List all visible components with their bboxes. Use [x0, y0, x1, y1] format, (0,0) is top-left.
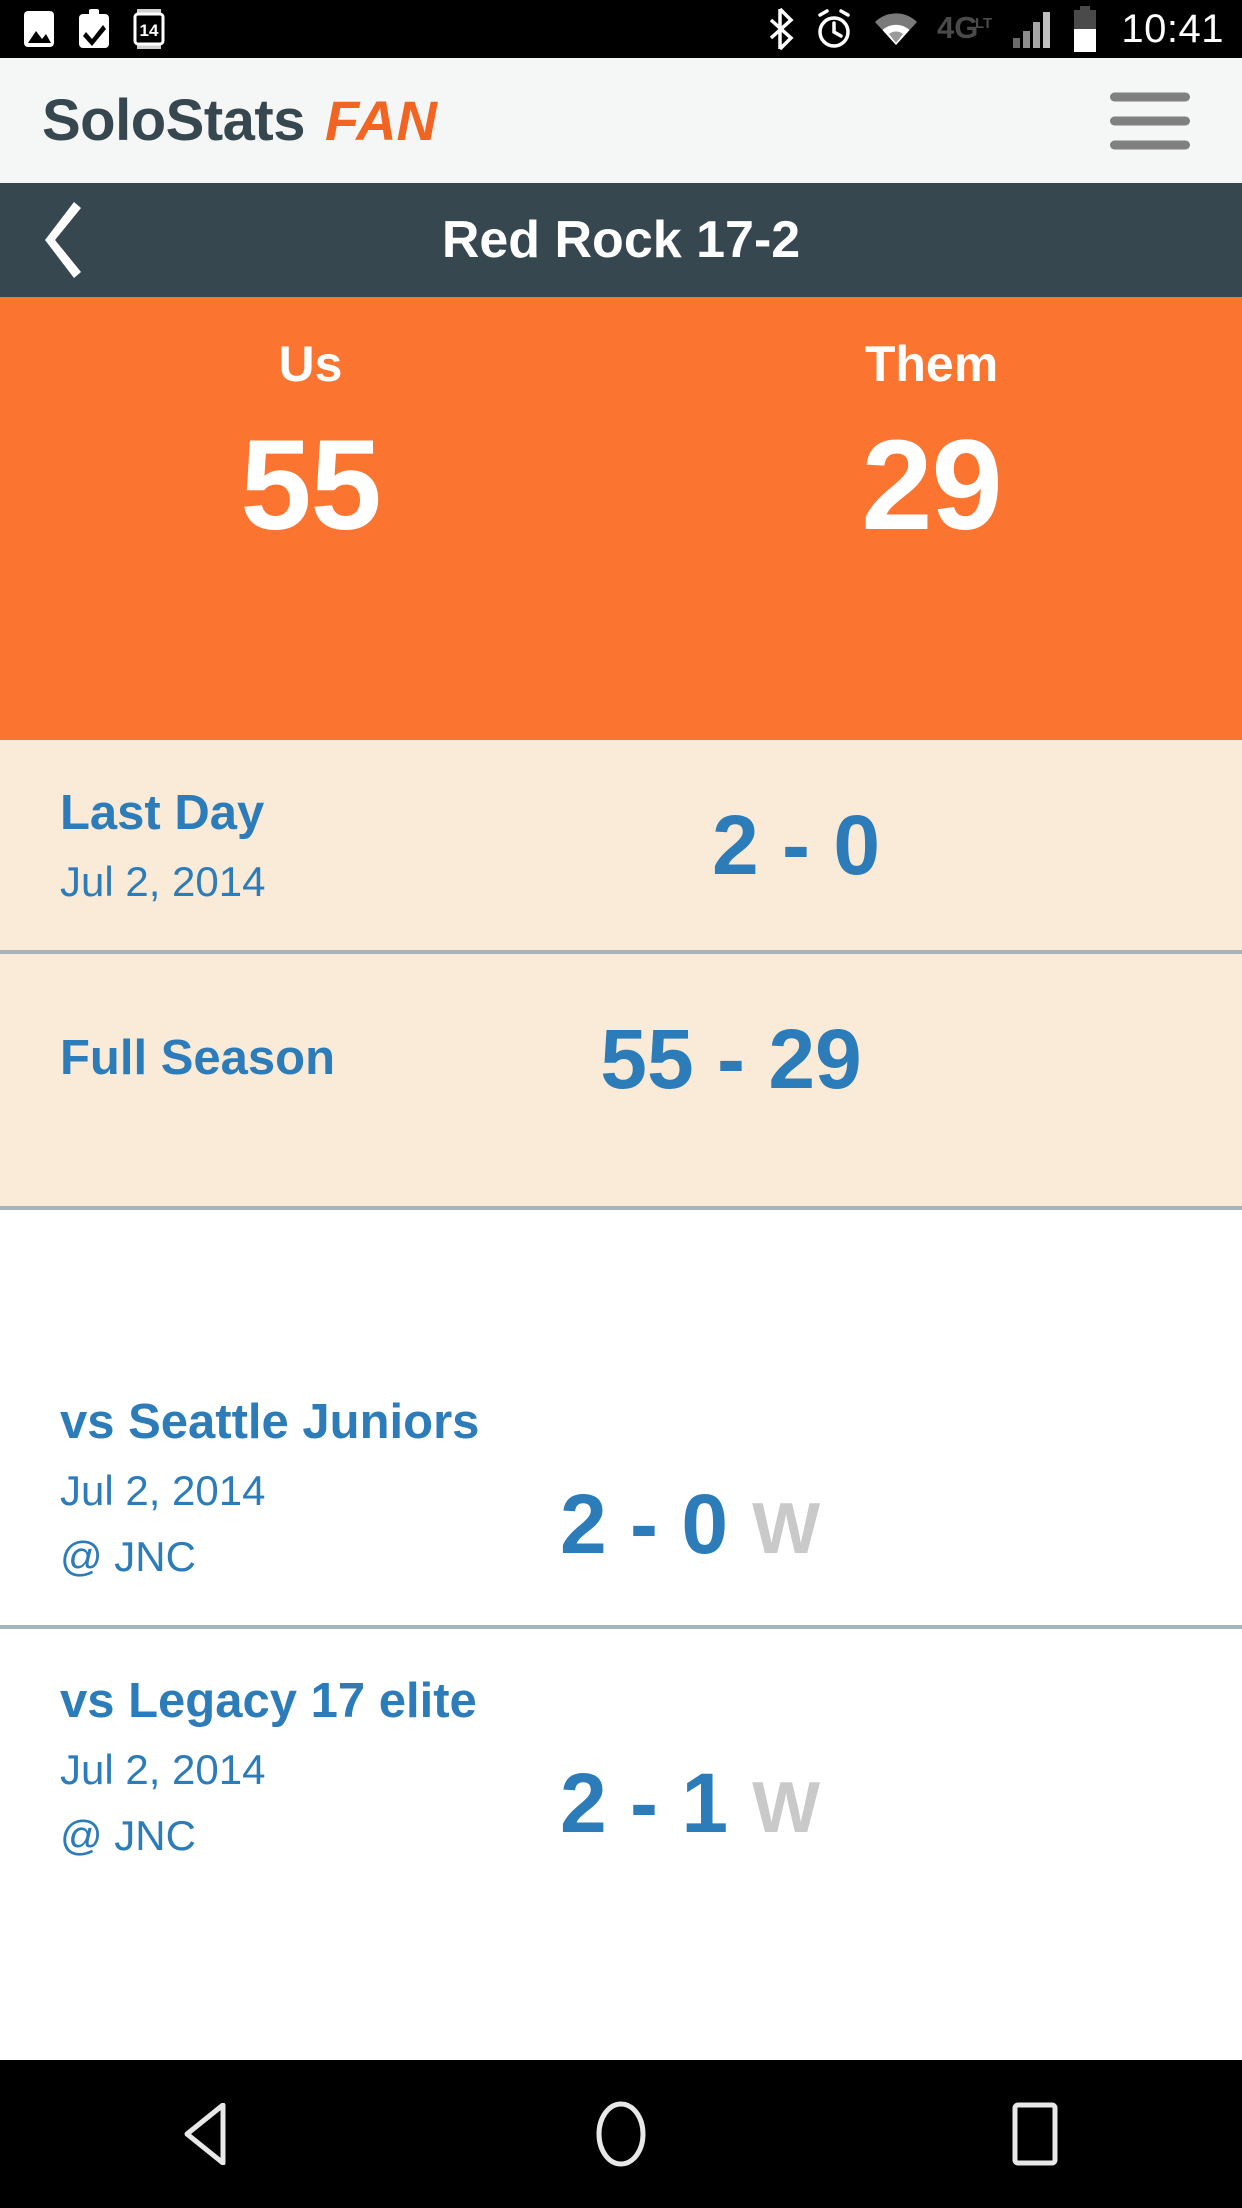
full-season-info: Full Season [0, 1031, 336, 1086]
game-date: Jul 2, 2014 [60, 1467, 266, 1515]
bluetooth-icon [770, 7, 794, 51]
them-score-column: Them 29 [621, 297, 1242, 740]
hamburger-icon[interactable] [1110, 92, 1190, 149]
circle-home-icon [596, 2101, 646, 2167]
last-day-title: Last Day [60, 786, 265, 841]
status-bar-right-icons: 4G LTE 10:41 [765, 0, 1224, 58]
triangle-back-icon [184, 2103, 226, 2165]
hamburger-bar-2 [1110, 116, 1190, 125]
game-score: 2 - 1 [560, 1755, 729, 1850]
game-result-block: 2 - 0 W [560, 1476, 820, 1573]
summary-row-last-day[interactable]: Last Day Jul 2, 2014 2 - 0 [0, 740, 1242, 950]
game-opponent: vs Legacy 17 elite [60, 1673, 477, 1728]
us-score-value: 55 [240, 414, 381, 557]
summary-bottom-padding [0, 1164, 1242, 1206]
game-info: vs Seattle Juniors Jul 2, 2014 @ JNC [0, 1394, 480, 1581]
svg-text:4G: 4G [937, 10, 978, 45]
phone-screen: 14 4G LTE [0, 0, 1242, 2208]
them-score-value: 29 [861, 414, 1002, 557]
nav-back-button[interactable] [107, 2060, 307, 2208]
hamburger-bar-3 [1110, 140, 1190, 149]
android-status-bar: 14 4G LTE [0, 0, 1242, 58]
game-opponent: vs Seattle Juniors [60, 1394, 480, 1449]
game-result-block: 2 - 1 W [560, 1755, 820, 1852]
battery-icon [1074, 6, 1097, 52]
list-item[interactable]: vs Legacy 17 elite Jul 2, 2014 @ JNC 2 -… [0, 1629, 1242, 1904]
us-score-column: Us 55 [0, 297, 621, 740]
games-top-divider [0, 1206, 1242, 1210]
image-icon [24, 11, 54, 47]
clipboard-check-icon [79, 9, 109, 48]
summary-row-full-season[interactable]: Full Season 55 - 29 [0, 954, 1242, 1164]
game-date: Jul 2, 2014 [60, 1746, 266, 1794]
brand-name-primary: SoloStats [42, 88, 306, 153]
wifi-icon [875, 13, 918, 45]
signal-bars-icon [1013, 12, 1051, 48]
square-recents-icon [1012, 2102, 1058, 2166]
status-bar-left-icons: 14 [0, 7, 166, 51]
nav-recents-button[interactable] [935, 2060, 1135, 2208]
games-list: vs Seattle Juniors Jul 2, 2014 @ JNC 2 -… [0, 1350, 1242, 1904]
us-label: Us [278, 336, 343, 392]
page-title: Red Rock 17-2 [441, 211, 801, 269]
full-season-title: Full Season [60, 1031, 336, 1086]
chevron-left-icon [45, 202, 81, 278]
alarm-clock-icon [818, 9, 851, 48]
brand-name-secondary: FAN [325, 89, 437, 152]
game-result-letter: W [752, 1767, 821, 1848]
status-bar-clock: 10:41 [1121, 7, 1224, 51]
game-result-letter: W [752, 1488, 821, 1569]
app-header-bar: SoloStats FAN [0, 58, 1242, 183]
svg-text:14: 14 [140, 21, 159, 40]
last-day-score: 2 - 0 [711, 797, 881, 892]
summary-section: Last Day Jul 2, 2014 2 - 0 Full Season 5… [0, 740, 1242, 1210]
them-label: Them [864, 336, 999, 392]
team-score-banner: Us 55 Them 29 [0, 297, 1242, 740]
app-brand: SoloStats FAN [0, 87, 437, 154]
list-item[interactable]: vs Seattle Juniors Jul 2, 2014 @ JNC 2 -… [0, 1350, 1242, 1625]
nav-home-button[interactable] [521, 2060, 721, 2208]
last-day-info: Last Day Jul 2, 2014 [0, 786, 266, 905]
game-location: @ JNC [60, 1812, 196, 1860]
game-location: @ JNC [60, 1533, 196, 1581]
hamburger-bar-1 [1110, 92, 1190, 101]
game-score: 2 - 0 [560, 1476, 729, 1571]
back-button[interactable] [32, 200, 104, 280]
page-title-bar: Red Rock 17-2 [0, 183, 1242, 297]
game-info: vs Legacy 17 elite Jul 2, 2014 @ JNC [0, 1673, 477, 1860]
calendar-14-icon: 14 [133, 9, 165, 49]
4glte-icon: 4G LTE [937, 10, 993, 45]
last-day-date: Jul 2, 2014 [60, 857, 266, 905]
svg-text:LTE: LTE [975, 15, 993, 32]
android-navigation-bar [0, 2060, 1242, 2208]
